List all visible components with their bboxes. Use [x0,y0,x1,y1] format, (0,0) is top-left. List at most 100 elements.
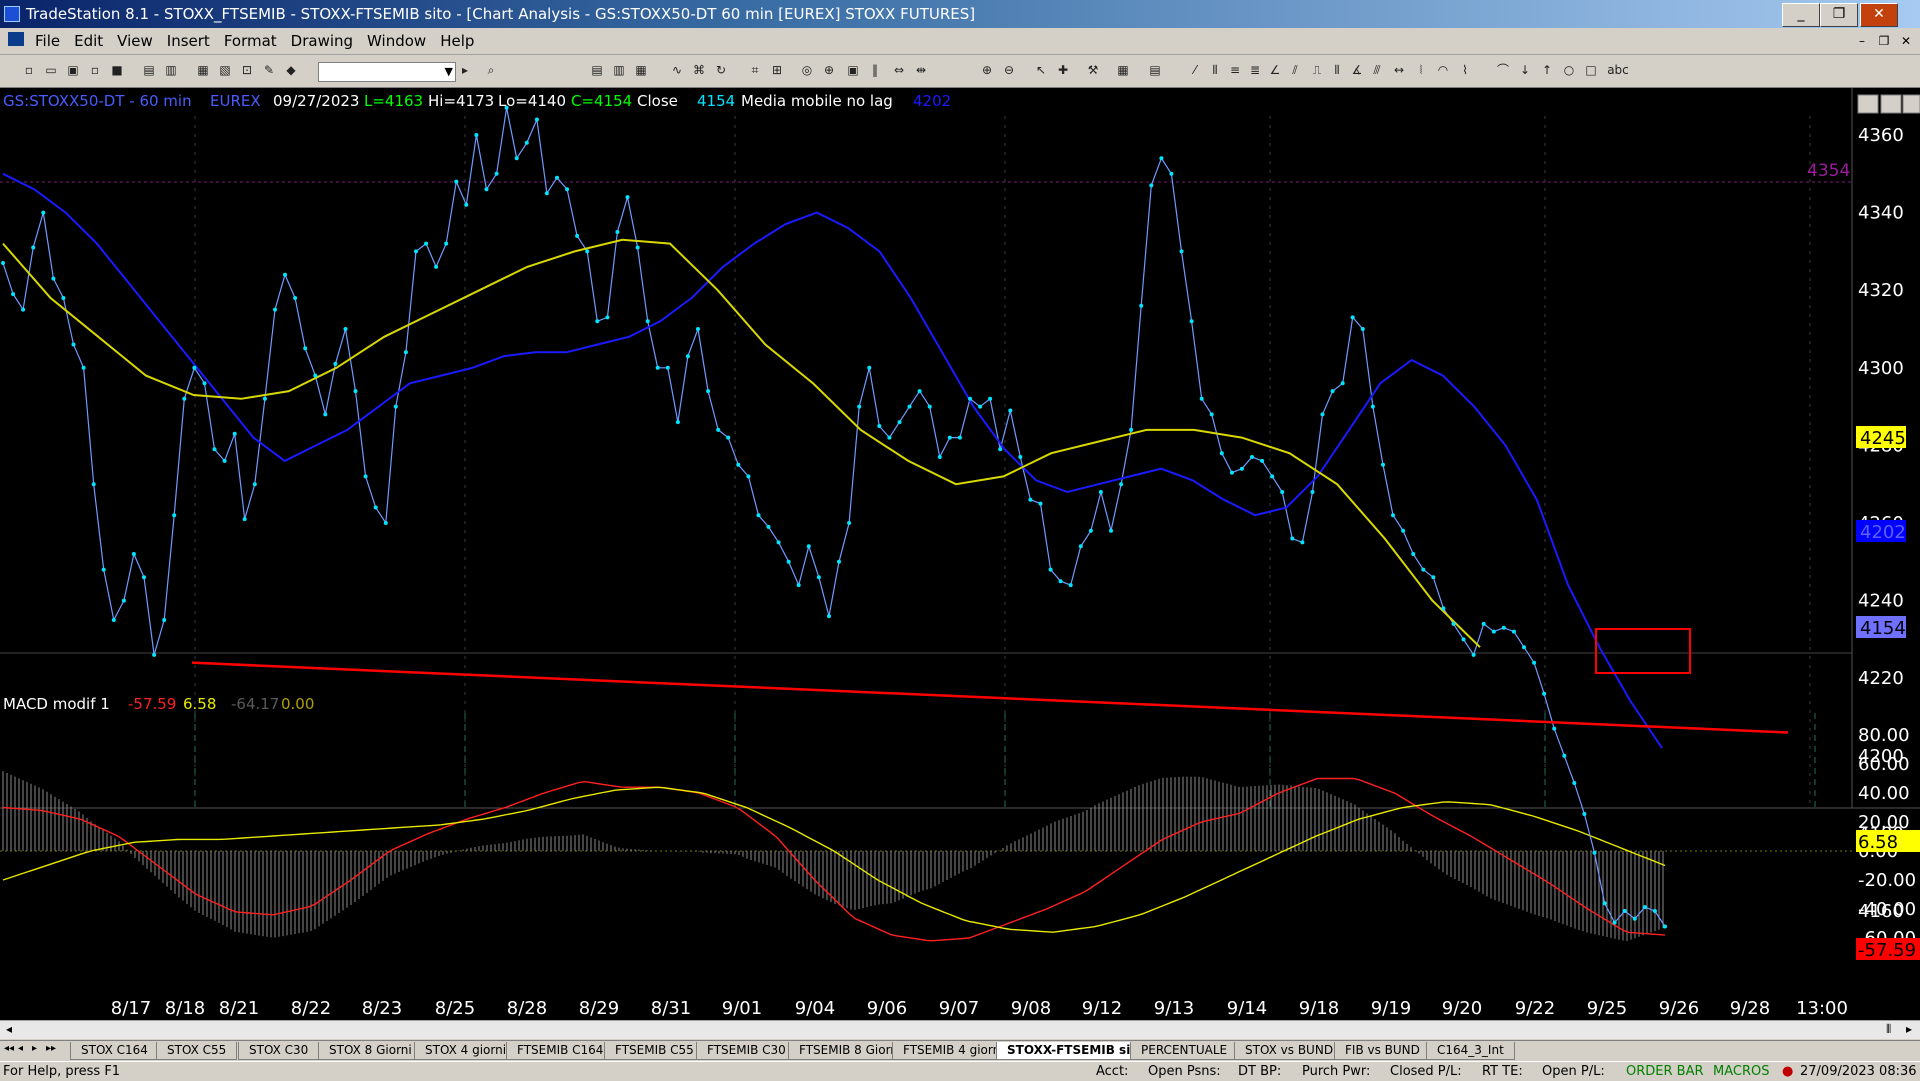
news-icon[interactable]: ▣ [846,63,860,77]
chart-type-icon[interactable]: ▤ [590,63,604,77]
workspace-tab[interactable]: STOX 8 Giorni [318,1042,423,1060]
radar-icon[interactable]: ◎ [800,63,814,77]
chart-area[interactable]: GS:STOXX50-DT - 60 min EUREX 09/27/2023 … [0,88,1920,1020]
workspace-tab[interactable]: STOX 4 giorni [414,1042,518,1060]
tab-scroll-icon[interactable]: ▸▸ [46,1043,56,1054]
workspace-tab[interactable]: PERCENTUALE [1130,1042,1239,1060]
menu-format[interactable]: Format [217,28,284,54]
curve-icon[interactable]: ⌒ [1496,63,1510,77]
menu-window[interactable]: Window [360,28,433,54]
chart-window-icon[interactable] [8,32,24,46]
scroll-right-icon[interactable]: ▸ [1906,1022,1912,1036]
new-icon[interactable]: ▫ [22,63,36,77]
menu-help[interactable]: Help [433,28,481,54]
tools-icon[interactable]: ⚒ [1086,63,1100,77]
bars-icon[interactable]: ‖ [868,63,882,77]
expand-icon[interactable]: ⇹ [914,63,928,77]
layout-icon[interactable]: ▧ [218,63,232,77]
lock-icon[interactable]: ⊡ [240,63,254,77]
zoom-in-icon[interactable]: ⊕ [980,63,994,77]
workspace-tab[interactable]: FTSEMIB C55 [604,1042,705,1060]
workspace-tab[interactable]: FIB vs BUND [1334,1042,1431,1060]
workspace-tab[interactable]: STOX C30 [238,1042,320,1060]
workspace-tab[interactable]: STOX vs BUND [1234,1042,1345,1060]
window-icon[interactable]: ▦ [196,63,210,77]
close-button[interactable]: ✕ [1860,3,1898,27]
pointer-icon[interactable]: ↖ [1034,63,1048,77]
text-tool-icon[interactable]: abc [1606,63,1630,77]
arc-icon[interactable]: ◠ [1436,63,1450,77]
speedlines-icon[interactable]: ∠ [1268,63,1282,77]
zoom-out-icon[interactable]: ⊖ [1002,63,1016,77]
mdi-close-button[interactable]: ✕ [1896,32,1916,50]
arrow-down-icon[interactable]: ↓ [1518,63,1532,77]
order-bar-button[interactable]: ORDER BAR [1626,1064,1704,1079]
symbol-icon[interactable]: ⊞ [770,63,784,77]
data-window-icon[interactable]: ▦ [1116,63,1130,77]
tab-scroll-icon[interactable]: ◂ [18,1043,23,1054]
chart-minimize-button[interactable] [1857,94,1879,114]
tab-scroll-icon[interactable]: ◂◂ [4,1043,14,1054]
tab-scroll-icon[interactable]: ▸ [32,1043,37,1054]
open-workspace-icon[interactable]: ▣ [66,63,80,77]
menu-insert[interactable]: Insert [160,28,217,54]
vertical-lines-icon[interactable]: ⦀ [1208,63,1222,77]
workspace-tab[interactable]: STOX C164 [70,1042,159,1060]
compress-icon[interactable]: ⇔ [892,63,906,77]
price-point [1381,462,1385,467]
rectangle-icon[interactable]: □ [1584,63,1598,77]
workspace-tab[interactable]: C164_3_Int [1426,1042,1515,1060]
fib-fan-icon[interactable]: ⫽ [1288,63,1302,77]
channel-icon[interactable]: ≣ [1248,63,1262,77]
minimize-button[interactable]: _ [1782,3,1820,27]
workspace-tab[interactable]: FTSEMIB C164 [506,1042,615,1060]
workspace-tab[interactable]: STOX C55 [156,1042,238,1060]
menu-view[interactable]: View [110,28,160,54]
mdi-restore-button[interactable]: ❐ [1874,32,1894,50]
crosshair-icon[interactable]: ✚ [1056,63,1070,77]
menu-file[interactable]: File [28,28,67,54]
shapes-icon[interactable]: ◆ [284,63,298,77]
matrix-icon[interactable]: ⊕ [822,63,836,77]
print-icon[interactable]: ▤ [142,63,156,77]
bar-chart-icon[interactable]: ▥ [612,63,626,77]
symbol-combo[interactable]: ▼ [318,62,456,82]
cycle-lines-icon[interactable]: ⦚ [1414,63,1428,77]
horizontal-lines-icon[interactable]: ≡ [1228,63,1242,77]
indicator-icon[interactable]: ∿ [670,63,684,77]
open-icon[interactable]: ▭ [44,63,58,77]
restore-button[interactable]: ❐ [1820,3,1858,27]
find-icon[interactable]: ⌕ [484,63,498,77]
scroll-left-icon[interactable]: ◂ [6,1022,12,1036]
save-icon[interactable]: ■ [110,63,124,77]
refresh-icon[interactable]: ↻ [714,63,728,77]
table-icon[interactable]: ▦ [634,63,648,77]
arrow-horizontal-icon[interactable]: ↔ [1392,63,1406,77]
gann-fan-icon[interactable]: ∡ [1350,63,1364,77]
chart-close-button[interactable] [1902,94,1920,114]
scroll-handle-icon[interactable]: ⦀ [1886,1022,1891,1037]
print-preview-icon[interactable]: ▥ [164,63,178,77]
chevron-down-icon[interactable]: ▼ [445,65,453,78]
menu-edit[interactable]: Edit [67,28,110,54]
ellipse-icon[interactable]: ○ [1562,63,1576,77]
strategy-icon[interactable]: ⌘ [692,63,706,77]
drawing-tools-icon[interactable]: ✎ [262,63,276,77]
macros-button[interactable]: MACROS [1713,1064,1769,1079]
new-workspace-icon[interactable]: ▫ [88,63,102,77]
chart-restore-button[interactable] [1880,94,1902,114]
format-icon[interactable]: ⌗ [748,63,762,77]
chart-canvas[interactable]: GS:STOXX50-DT - 60 min EUREX 09/27/2023 … [0,88,1920,1020]
menu-drawing[interactable]: Drawing [284,28,360,54]
trendline-icon[interactable]: ⁄ [1188,63,1202,77]
combo-next-arrow-icon[interactable]: ▸ [458,63,472,77]
workspace-tab[interactable]: FTSEMIB C30 [696,1042,797,1060]
horizontal-scrollbar[interactable]: ◂ ⦀ ▸ [0,1020,1920,1039]
pitchfork-icon[interactable]: ⫻ [1370,63,1384,77]
freehand-icon[interactable]: ⌇ [1458,63,1472,77]
mdi-minimize-button[interactable]: – [1852,32,1872,50]
grid-icon[interactable]: ▤ [1148,63,1162,77]
fib-retracement-icon[interactable]: ⎍ [1310,63,1324,77]
arrow-up-icon[interactable]: ↑ [1540,63,1554,77]
time-zones-icon[interactable]: ⦀ [1330,63,1344,77]
